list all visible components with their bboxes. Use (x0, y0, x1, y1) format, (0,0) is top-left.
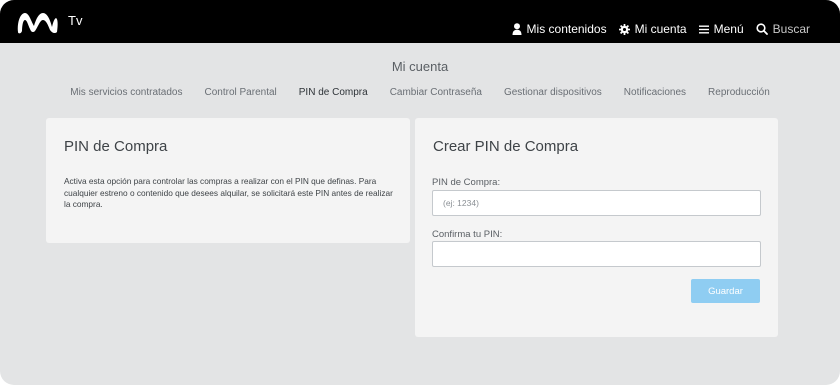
nav-mis-contenidos[interactable]: Mis contenidos (512, 22, 607, 36)
form-card-title: Crear PIN de Compra (433, 138, 579, 155)
pin-input[interactable] (432, 190, 761, 216)
nav-buscar[interactable]: Buscar (756, 22, 810, 36)
nav-label: Menú (713, 22, 744, 36)
search-icon (756, 23, 768, 35)
create-pin-card: Crear PIN de Compra PIN de Compra: Confi… (415, 118, 778, 337)
tab-cambiar-contrasena[interactable]: Cambiar Contraseña (379, 87, 493, 98)
nav-label: Buscar (772, 22, 810, 36)
nav-menu[interactable]: Menú (698, 22, 744, 36)
confirm-pin-input[interactable] (432, 241, 761, 267)
page-title: Mi cuenta (391, 59, 449, 74)
movistar-logo[interactable]: Tv (14, 9, 82, 37)
save-button[interactable]: Guardar (691, 279, 760, 303)
tab-control-parental[interactable]: Control Parental (194, 87, 288, 98)
movistar-m-icon (17, 13, 58, 34)
tab-mis-servicios[interactable]: Mis servicios contratados (59, 87, 193, 98)
nav-label: Mis contenidos (526, 22, 607, 36)
nav-label: Mi cuenta (634, 22, 687, 36)
gear-icon (618, 23, 630, 35)
app-frame: Tv Mis contenidos Mi cuenta Menú Buscar … (0, 0, 840, 385)
header-nav: Mis contenidos Mi cuenta Menú Buscar (512, 20, 810, 38)
confirm-pin-field-label: Confirma tu PIN: (432, 229, 503, 240)
tab-gestionar-dispositivos[interactable]: Gestionar dispositivos (493, 87, 613, 98)
info-card-title: PIN de Compra (64, 138, 168, 155)
info-card-description: Activa esta opción para controlar las co… (64, 176, 393, 209)
tab-reproduccion[interactable]: Reproducción (697, 87, 781, 98)
hamburger-icon (698, 25, 709, 33)
pin-field-label: PIN de Compra: (432, 177, 501, 188)
logo-suffix: Tv (68, 13, 83, 28)
tab-pin-de-compra[interactable]: PIN de Compra (288, 87, 379, 98)
pin-info-card: PIN de Compra Activa esta opción para co… (46, 118, 410, 243)
nav-mi-cuenta[interactable]: Mi cuenta (618, 22, 687, 36)
user-icon (512, 23, 522, 35)
tab-notificaciones[interactable]: Notificaciones (613, 87, 697, 98)
top-bar: Tv Mis contenidos Mi cuenta Menú Buscar (0, 0, 840, 43)
account-tabs: Mis servicios contratados Control Parent… (0, 87, 840, 98)
